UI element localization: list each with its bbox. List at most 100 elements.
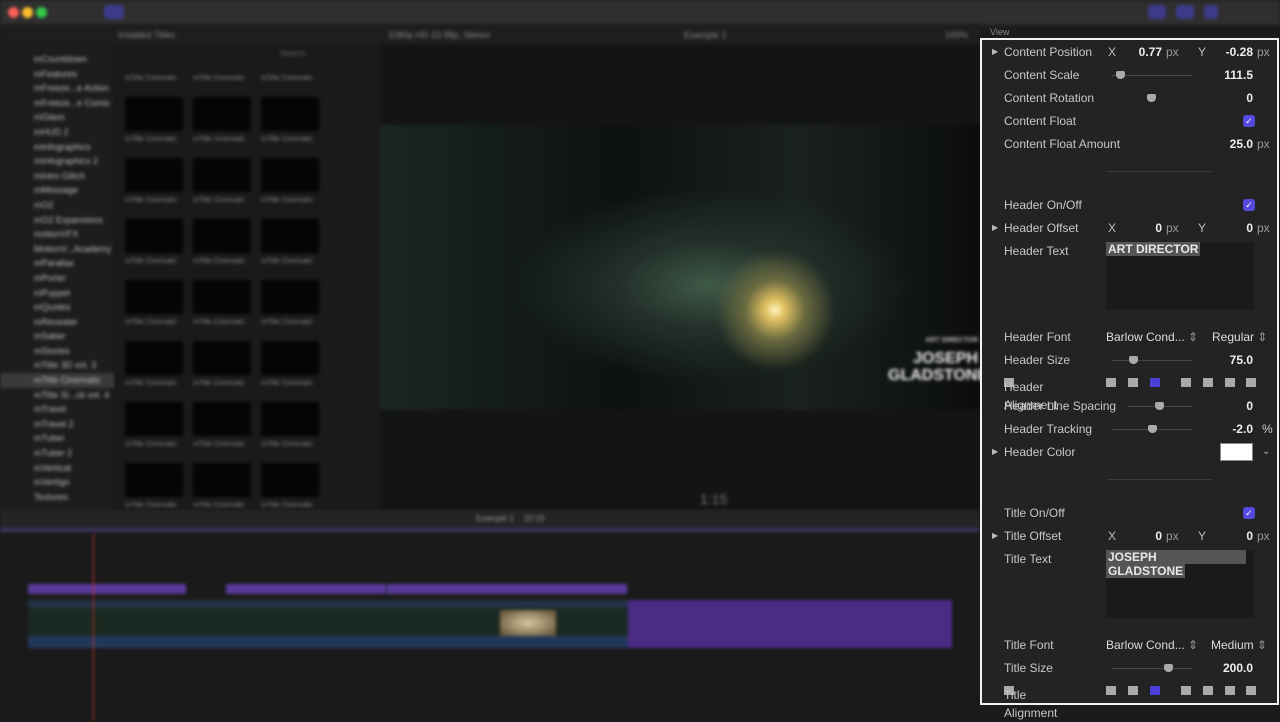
title-thumbnail[interactable] xyxy=(125,463,183,497)
slider-knob[interactable] xyxy=(1147,94,1156,102)
sidebar-item[interactable]: mO2 xyxy=(0,198,115,213)
title-thumbnail[interactable] xyxy=(261,280,319,314)
title-thumbnail[interactable] xyxy=(261,158,319,192)
title-thumbnail[interactable] xyxy=(193,463,251,497)
disclosure-triangle-icon[interactable]: ▶ xyxy=(992,43,998,61)
title-clip[interactable] xyxy=(28,584,186,594)
zoom-button[interactable] xyxy=(36,7,47,18)
sidebar-item[interactable]: mVertigo xyxy=(0,475,115,490)
slider-knob[interactable] xyxy=(1164,664,1173,672)
sidebar-item[interactable]: mParallax xyxy=(0,256,115,271)
title-thumbnail[interactable] xyxy=(261,341,319,375)
zoom-menu[interactable]: 100% xyxy=(945,30,968,40)
sidebar-item[interactable]: mCountdown xyxy=(0,52,115,67)
sidebar-item[interactable]: mSaber xyxy=(0,329,115,344)
chevron-down-icon[interactable]: ⌄ xyxy=(1262,443,1270,461)
slider-knob[interactable] xyxy=(1155,402,1164,410)
timeline-toggle-icon[interactable] xyxy=(1176,5,1194,19)
sidebar-item[interactable]: mQuotes xyxy=(0,300,115,315)
browser-toggle-icon[interactable] xyxy=(1148,5,1166,19)
title-thumbnail[interactable] xyxy=(193,402,251,436)
content-rotation-dial[interactable] xyxy=(1112,94,1192,102)
x-value[interactable]: 0.77 xyxy=(1139,43,1162,61)
content-scale-slider[interactable] xyxy=(1112,71,1192,79)
align-bottom-icon[interactable] xyxy=(1225,686,1235,695)
close-button[interactable] xyxy=(8,7,19,18)
sidebar-item[interactable]: Textures xyxy=(0,490,115,505)
align-top-icon[interactable] xyxy=(1181,686,1191,695)
title-thumbnail[interactable] xyxy=(125,97,183,131)
header-font-family-select[interactable]: Barlow Cond... ⇕ xyxy=(1106,328,1198,346)
title-thumbnail[interactable] xyxy=(193,158,251,192)
playhead[interactable] xyxy=(93,534,94,720)
sidebar-item[interactable]: mTitle 3D vol. 3 xyxy=(0,358,115,373)
title-thumbnail[interactable] xyxy=(125,341,183,375)
sidebar-item[interactable]: mVertical xyxy=(0,461,115,476)
sidebar-item[interactable]: mO2 Expansions xyxy=(0,213,115,228)
align-center-icon[interactable] xyxy=(1128,378,1138,387)
header-size-slider[interactable] xyxy=(1112,356,1192,364)
title-thumbnail[interactable] xyxy=(125,280,183,314)
sidebar-item[interactable]: mGlass xyxy=(0,110,115,125)
align-left-icon[interactable] xyxy=(1106,686,1116,695)
title-thumbnail[interactable] xyxy=(125,402,183,436)
disclosure-triangle-icon[interactable]: ▶ xyxy=(992,443,998,461)
title-thumbnail[interactable] xyxy=(193,97,251,131)
value[interactable]: 0 xyxy=(1246,397,1253,415)
y-value[interactable]: 0 xyxy=(1246,219,1253,237)
disclosure-triangle-icon[interactable]: ▶ xyxy=(992,527,998,545)
value[interactable]: 25.0 xyxy=(1230,135,1253,153)
y-value[interactable]: 0 xyxy=(1246,527,1253,545)
title-thumbnail[interactable] xyxy=(125,219,183,253)
sidebar-item[interactable]: MotionV...Academy xyxy=(0,242,115,257)
justify-icon[interactable] xyxy=(1246,686,1256,695)
x-value[interactable]: 0 xyxy=(1155,219,1162,237)
sidebar-item[interactable]: mTuber 2 xyxy=(0,446,115,461)
title-font-weight-select[interactable]: Medium ⇕ xyxy=(1211,636,1267,654)
align-middle-icon[interactable] xyxy=(1203,686,1213,695)
value[interactable]: 75.0 xyxy=(1230,351,1253,369)
content-float-checkbox[interactable]: ✓ xyxy=(1243,115,1255,127)
title-thumbnail[interactable] xyxy=(261,97,319,131)
import-icon[interactable] xyxy=(104,5,124,19)
disclosure-triangle-icon[interactable]: ▶ xyxy=(992,219,998,237)
slider-knob[interactable] xyxy=(1116,71,1125,79)
view-menu[interactable]: View xyxy=(990,27,1009,37)
title-text-field[interactable]: JOSEPH GLADSTONE xyxy=(1106,550,1254,618)
align-left-icon[interactable] xyxy=(1106,378,1116,387)
align-center-icon[interactable] xyxy=(1128,686,1138,695)
value[interactable]: -2.0 xyxy=(1232,420,1253,438)
align-right-icon[interactable] xyxy=(1150,686,1160,695)
y-value[interactable]: -0.28 xyxy=(1226,43,1253,61)
title-clip[interactable] xyxy=(226,584,386,594)
minimize-button[interactable] xyxy=(22,7,33,18)
title-thumbnail[interactable] xyxy=(261,402,319,436)
sidebar-item[interactable]: mFeatures xyxy=(0,67,115,82)
sidebar-item[interactable]: mTitle Cinematic xyxy=(0,373,115,388)
sidebar-item[interactable]: mPuppet xyxy=(0,286,115,301)
value[interactable]: 0 xyxy=(1246,89,1253,107)
sidebar-item[interactable]: mRevealer xyxy=(0,315,115,330)
title-clip-standalone[interactable] xyxy=(628,600,952,648)
align-bottom-icon[interactable] xyxy=(1225,378,1235,387)
sidebar-item[interactable]: mStories xyxy=(0,344,115,359)
sidebar-item[interactable]: mInfographics xyxy=(0,140,115,155)
title-thumbnail[interactable] xyxy=(261,463,319,497)
sidebar-item[interactable]: mTuber xyxy=(0,431,115,446)
title-font-family-select[interactable]: Barlow Cond... ⇕ xyxy=(1106,636,1198,654)
header-color-swatch[interactable] xyxy=(1220,443,1253,461)
sidebar-item[interactable]: mTravel 2 xyxy=(0,417,115,432)
align-right-icon[interactable] xyxy=(1150,378,1160,387)
sidebar-item[interactable]: mPorter xyxy=(0,271,115,286)
sidebar-item[interactable]: mFreeze...e Comic xyxy=(0,96,115,111)
slider-knob[interactable] xyxy=(1148,425,1157,433)
header-onoff-checkbox[interactable]: ✓ xyxy=(1243,199,1255,211)
header-text-field[interactable]: ART DIRECTOR xyxy=(1106,242,1254,310)
sidebar-item[interactable]: mInfographics 2 xyxy=(0,154,115,169)
header-line-spacing-slider[interactable] xyxy=(1127,402,1192,410)
sidebar-item[interactable]: mIntro Glitch xyxy=(0,169,115,184)
align-middle-icon[interactable] xyxy=(1203,378,1213,387)
title-thumbnail[interactable] xyxy=(193,280,251,314)
value[interactable]: 200.0 xyxy=(1223,659,1253,677)
title-thumbnail[interactable] xyxy=(193,219,251,253)
